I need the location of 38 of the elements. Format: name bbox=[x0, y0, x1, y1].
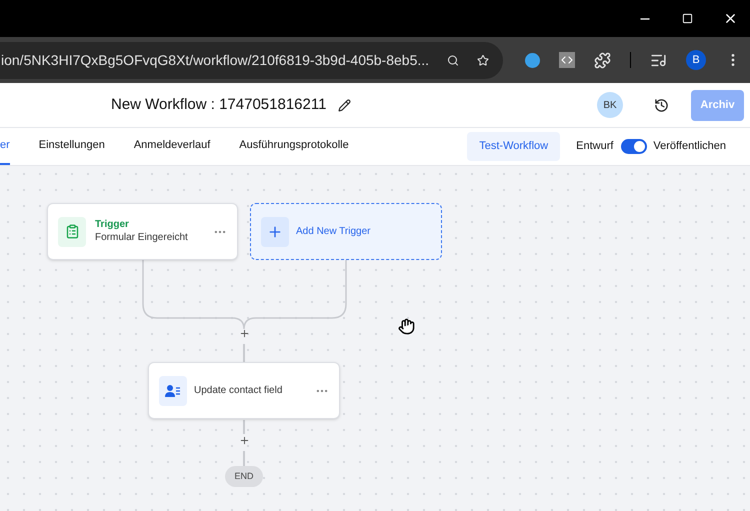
add-step-icon[interactable] bbox=[239, 435, 250, 446]
profile-avatar[interactable]: B bbox=[686, 50, 706, 70]
trigger-card[interactable]: Trigger Formular Eingereicht bbox=[47, 203, 238, 260]
extension-icon[interactable] bbox=[525, 52, 540, 68]
test-workflow-button[interactable]: Test-Workflow bbox=[467, 132, 560, 161]
add-trigger-card[interactable]: Add New Trigger bbox=[250, 203, 442, 260]
trigger-title: Trigger bbox=[95, 218, 130, 231]
connector-line bbox=[243, 344, 244, 363]
extensions-icon[interactable] bbox=[594, 52, 611, 68]
workflow-title: New Workflow : 1747051816211 bbox=[111, 94, 326, 115]
close-icon[interactable] bbox=[723, 11, 738, 26]
edit-icon[interactable] bbox=[338, 98, 352, 112]
zoom-icon[interactable] bbox=[447, 52, 460, 68]
add-trigger-label: Add New Trigger bbox=[296, 225, 370, 239]
plus-icon bbox=[261, 216, 289, 246]
address-bar[interactable]: ion/5NK3HI7QxBg5OFvqG8Xt/workflow/210f6819-3b9d-405b-8eb5... bbox=[0, 42, 503, 78]
history-icon[interactable] bbox=[654, 98, 669, 112]
hand-cursor-icon bbox=[398, 318, 415, 335]
tab[interactable]: Ausführungsprotokolle bbox=[239, 128, 349, 165]
action-card[interactable]: Update contact field bbox=[148, 362, 340, 419]
clipboard-icon bbox=[58, 216, 86, 246]
end-node: END bbox=[225, 466, 263, 487]
publish-toggle[interactable] bbox=[621, 139, 648, 154]
draft-label: Entwurf bbox=[576, 139, 614, 154]
code-extension-icon[interactable] bbox=[559, 52, 575, 68]
contact-icon bbox=[159, 376, 187, 406]
trigger-subtitle: Formular Eingereicht bbox=[95, 231, 189, 245]
add-step-icon[interactable] bbox=[239, 328, 250, 339]
action-title: Update contact field bbox=[194, 384, 284, 398]
connector-line bbox=[243, 420, 244, 434]
tab[interactable]: Anmeldeverlauf bbox=[134, 128, 210, 165]
user-avatar[interactable]: BK bbox=[597, 92, 623, 118]
connector-line bbox=[243, 451, 244, 466]
tab[interactable]: Einstellungen bbox=[38, 128, 105, 165]
url-text: ion/5NK3HI7QxBg5OFvqG8Xt/workflow/210f6819-3b9d-405b-8eb5... bbox=[1, 50, 430, 70]
publish-label: Veröffentlichen bbox=[653, 139, 726, 154]
bookmark-star-icon[interactable] bbox=[477, 52, 489, 68]
maximize-icon[interactable] bbox=[682, 13, 693, 24]
